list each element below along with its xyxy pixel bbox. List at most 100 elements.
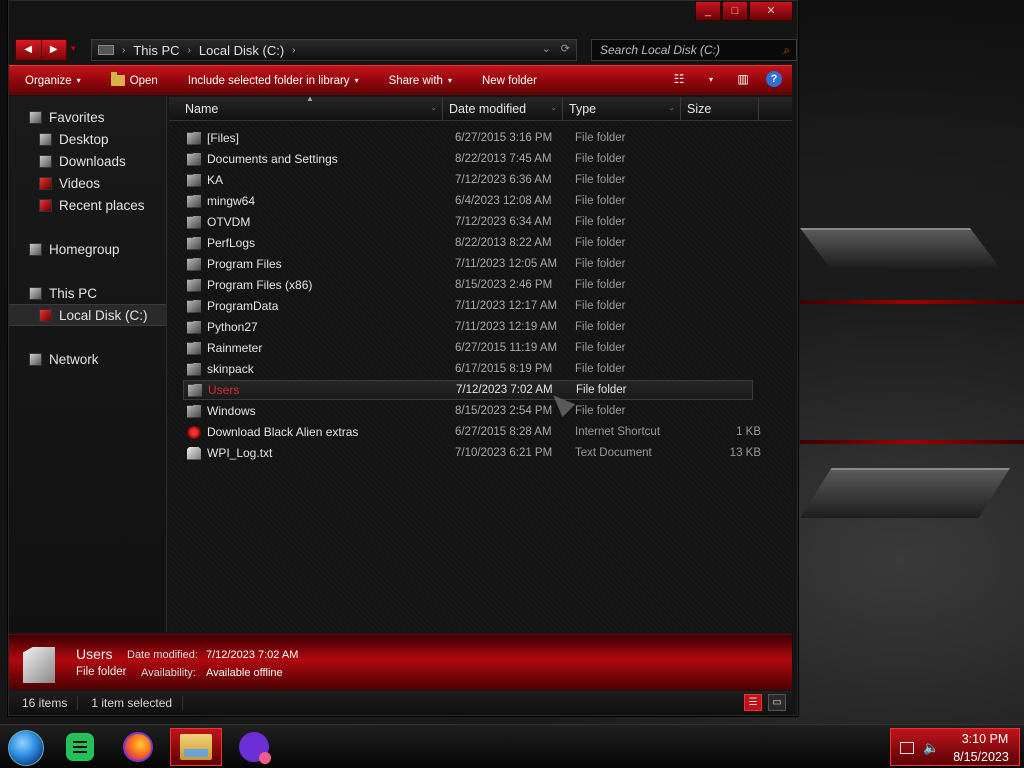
share-with-button[interactable]: Share with ▾: [373, 66, 466, 95]
file-row[interactable]: skinpack 6/17/2015 8:19 PM File folder: [183, 359, 753, 379]
file-row[interactable]: Download Black Alien extras 6/27/2015 8:…: [183, 422, 761, 442]
taskbar-app-firefox[interactable]: [112, 728, 164, 766]
include-in-library-button[interactable]: Include selected folder in library ▾: [172, 66, 373, 95]
file-row[interactable]: mingw64 6/4/2023 12:08 AM File folder: [183, 191, 753, 211]
forward-button[interactable]: ▶: [40, 40, 67, 60]
sidebar-item-label: Local Disk (C:): [59, 307, 148, 323]
file-list: [Files] 6/27/2015 3:16 PM File folder Do…: [169, 122, 792, 632]
taskbar-app-file-explorer[interactable]: [170, 728, 222, 766]
folder-icon: [187, 404, 201, 418]
minimize-button[interactable]: _: [695, 1, 721, 21]
folder-icon: [187, 257, 201, 271]
details-pane: Users File folder Date modified: 7/12/20…: [9, 634, 792, 690]
status-bar: 16 items 1 item selected ☰ ▭: [9, 691, 792, 715]
file-date: 6/27/2015 3:16 PM: [455, 132, 553, 144]
search-input[interactable]: Search Local Disk (C:) ⌕: [591, 39, 797, 61]
column-label: Type: [569, 101, 597, 116]
file-row[interactable]: PerfLogs 8/22/2013 8:22 AM File folder: [183, 233, 753, 253]
start-button[interactable]: [8, 730, 44, 766]
file-date: 8/22/2013 7:45 AM: [455, 153, 552, 165]
column-header-type[interactable]: Type ⌄: [563, 97, 681, 120]
wallpaper-shape: [800, 468, 1010, 518]
maximize-button[interactable]: □: [722, 1, 748, 21]
file-row[interactable]: Program Files (x86) 8/15/2023 2:46 PM Fi…: [183, 275, 753, 295]
taskbar-app-sheets[interactable]: [54, 728, 106, 766]
sidebar-item-videos[interactable]: Videos: [9, 172, 166, 194]
sidebar-item-favorites[interactable]: Favorites: [9, 106, 166, 128]
sidebar-item-homegroup[interactable]: Homegroup: [9, 238, 166, 260]
sidebar-item-label: Network: [49, 351, 99, 367]
sidebar-item-local-disk[interactable]: Local Disk (C:): [9, 304, 166, 326]
address-dropdown-icon[interactable]: ⌄: [542, 42, 551, 55]
wallpaper-red-line: [800, 440, 1024, 444]
file-type: File folder: [575, 216, 626, 228]
file-date: 8/22/2013 8:22 AM: [455, 237, 552, 249]
address-bar[interactable]: › This PC › Local Disk (C:) › ⌄ ⟳: [91, 39, 577, 61]
folder-icon: [110, 72, 125, 86]
file-name: Documents and Settings: [207, 152, 338, 166]
breadcrumb-separator-icon[interactable]: ›: [292, 45, 295, 56]
file-row[interactable]: KA 7/12/2023 6:36 AM File folder: [183, 170, 753, 190]
column-header-size[interactable]: Size: [681, 97, 759, 120]
toolbar-right: ☷ ▾ ▥ ?: [670, 70, 782, 88]
folder-icon: [187, 320, 201, 334]
file-type: File folder: [575, 237, 626, 249]
change-view-button[interactable]: ☷: [670, 70, 688, 88]
refresh-icon[interactable]: ⟳: [561, 42, 570, 55]
preview-pane-button[interactable]: ▥: [734, 70, 752, 88]
volume-icon[interactable]: 🔈: [923, 740, 939, 756]
column-header-date[interactable]: Date modified ⌄: [443, 97, 563, 120]
breadcrumb-separator-icon[interactable]: ›: [122, 45, 125, 56]
details-view-button[interactable]: ☰: [744, 694, 762, 711]
folder-icon: [188, 383, 202, 397]
back-button[interactable]: ◀: [16, 40, 41, 60]
details-availability-value: Available offline: [206, 667, 283, 679]
file-row[interactable]: Program Files 7/11/2023 12:05 AM File fo…: [183, 254, 753, 274]
chevron-down-icon[interactable]: ⌄: [550, 103, 557, 112]
chevron-down-icon[interactable]: ⌄: [430, 103, 437, 112]
file-row[interactable]: ProgramData 7/11/2023 12:17 AM File fold…: [183, 296, 753, 316]
clock-time[interactable]: 3:10 PM: [955, 732, 1015, 746]
new-folder-button[interactable]: New folder: [466, 66, 551, 95]
file-row[interactable]: WPI_Log.txt 7/10/2023 6:21 PM Text Docum…: [183, 443, 761, 463]
sidebar-item-network[interactable]: Network: [9, 348, 166, 370]
sidebar-item-label: Desktop: [59, 131, 109, 147]
folder-icon: [187, 236, 201, 250]
file-date: 6/4/2023 12:08 AM: [455, 195, 552, 207]
file-row[interactable]: Python27 7/11/2023 12:19 AM File folder: [183, 317, 753, 337]
taskbar-app-purple[interactable]: [228, 728, 280, 766]
sidebar-item-recent-places[interactable]: Recent places: [9, 194, 166, 216]
clock-date[interactable]: 8/15/2023: [947, 750, 1015, 764]
file-date: 6/17/2015 8:19 PM: [455, 363, 553, 375]
computer-icon: [29, 286, 42, 300]
file-name: Rainmeter: [207, 341, 263, 355]
nav-buttons: ◀ ▶: [15, 39, 67, 61]
file-row[interactable]: Windows 8/15/2023 2:54 PM File folder: [183, 401, 753, 421]
sidebar-item-desktop[interactable]: Desktop: [9, 128, 166, 150]
breadcrumb-this-pc[interactable]: This PC: [133, 43, 179, 58]
file-row-selected[interactable]: Users 7/12/2023 7:02 AM File folder: [183, 380, 753, 400]
organize-button[interactable]: Organize ▾: [9, 66, 95, 95]
search-icon[interactable]: ⌕: [783, 43, 790, 58]
sidebar-item-this-pc[interactable]: This PC: [9, 282, 166, 304]
file-row[interactable]: Rainmeter 6/27/2015 11:19 AM File folder: [183, 338, 753, 358]
file-row[interactable]: OTVDM 7/12/2023 6:34 AM File folder: [183, 212, 753, 232]
file-type: File folder: [575, 321, 626, 333]
column-header-name[interactable]: ▲ Name ⌄: [169, 94, 443, 120]
details-availability-label: Availability:: [141, 667, 196, 679]
file-name: ProgramData: [207, 299, 279, 313]
close-button[interactable]: ✕: [749, 1, 793, 21]
view-options-button[interactable]: ▾: [702, 70, 720, 88]
file-type: File folder: [575, 153, 626, 165]
open-button[interactable]: Open: [95, 66, 172, 95]
breadcrumb-separator-icon[interactable]: ›: [188, 45, 191, 56]
file-row[interactable]: Documents and Settings 8/22/2013 7:45 AM…: [183, 149, 753, 169]
thumbnail-view-button[interactable]: ▭: [768, 694, 786, 711]
breadcrumb-local-disk[interactable]: Local Disk (C:): [199, 43, 284, 58]
file-row[interactable]: [Files] 6/27/2015 3:16 PM File folder: [183, 128, 753, 148]
help-icon[interactable]: ?: [766, 71, 782, 87]
sidebar-item-downloads[interactable]: Downloads: [9, 150, 166, 172]
recent-locations-button[interactable]: ▾: [71, 43, 76, 54]
network-icon[interactable]: [900, 742, 914, 754]
chevron-down-icon[interactable]: ⌄: [668, 103, 675, 112]
